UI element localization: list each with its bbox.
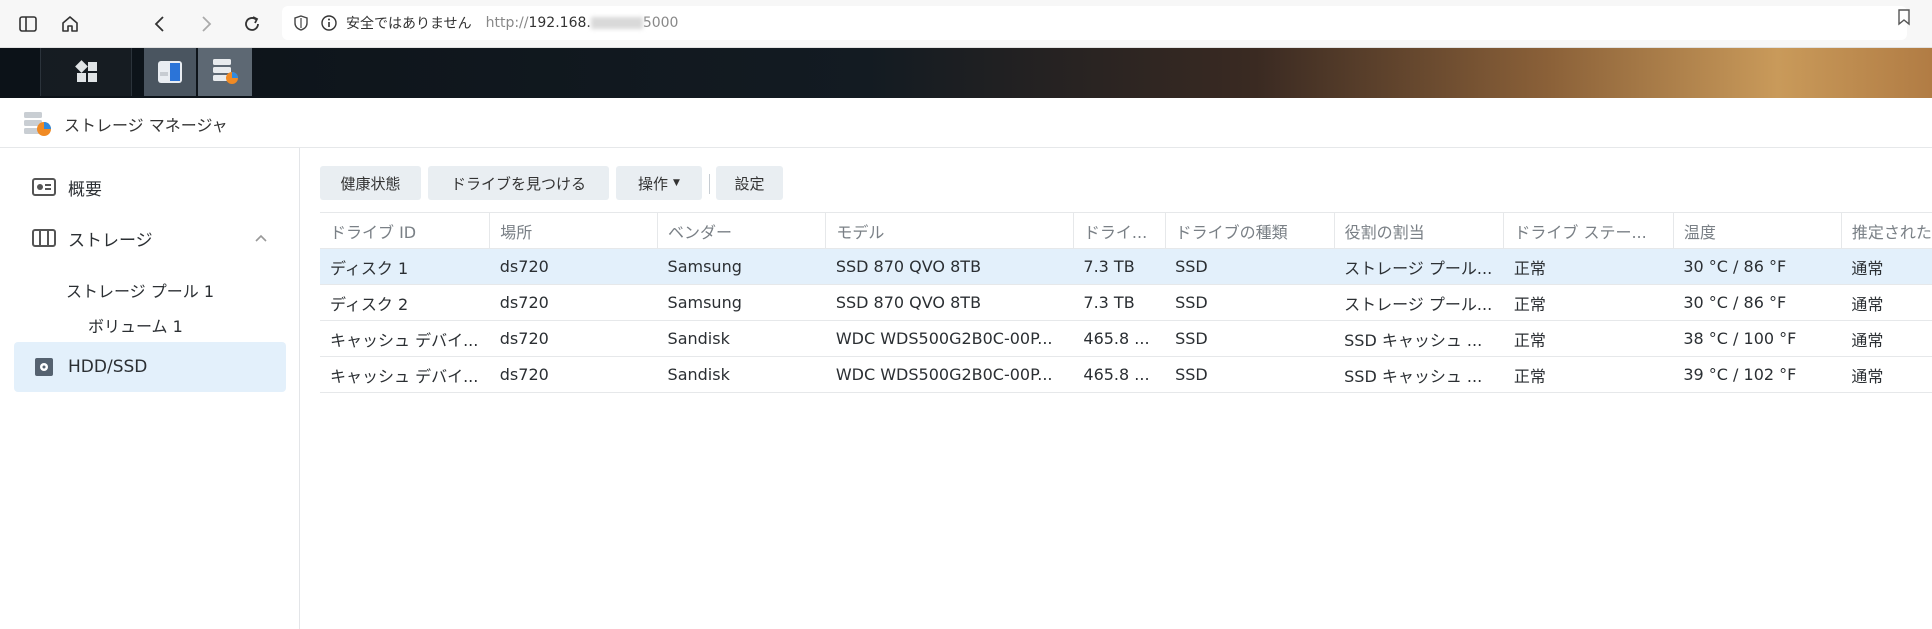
table-row[interactable]: キャッシュ デバイ... ds720 Sandisk WDC WDS500G2B… bbox=[320, 356, 1932, 393]
info-icon[interactable] bbox=[320, 14, 338, 32]
bookmark-icon[interactable] bbox=[1896, 8, 1912, 26]
storage-manager-logo-icon bbox=[24, 112, 51, 136]
status-cell: 正常 bbox=[1503, 248, 1674, 285]
hdd-icon bbox=[35, 358, 53, 376]
taskbar-app-package-center[interactable] bbox=[144, 48, 196, 96]
table-cell: 通常 bbox=[1841, 356, 1932, 393]
app-grid-icon bbox=[75, 60, 97, 82]
column-header[interactable]: モデル bbox=[825, 212, 1074, 249]
table-cell: ストレージ プール... bbox=[1334, 284, 1504, 321]
column-header[interactable]: ベンダー bbox=[657, 212, 827, 249]
desktop-taskbar bbox=[0, 48, 1932, 98]
caret-down-icon: ▼ bbox=[673, 178, 680, 188]
table-cell: SSD キャッシュ ... bbox=[1334, 356, 1504, 393]
table-cell: ds720 bbox=[489, 356, 658, 393]
table-row[interactable]: ディスク 2 ds720 Samsung SSD 870 QVO 8TB 7.3… bbox=[320, 284, 1932, 321]
sidebar-item-label: HDD/SSD bbox=[68, 357, 148, 377]
storage-manager-icon bbox=[213, 59, 238, 84]
table-cell: 7.3 TB bbox=[1073, 248, 1166, 285]
table-cell: 7.3 TB bbox=[1073, 284, 1166, 321]
table-cell: SSD bbox=[1165, 284, 1335, 321]
table-cell: 38 °C / 100 °F bbox=[1673, 320, 1842, 357]
table-cell: SSD bbox=[1165, 356, 1335, 393]
forward-icon[interactable] bbox=[192, 10, 220, 38]
back-icon[interactable] bbox=[146, 10, 174, 38]
chevron-up-icon[interactable] bbox=[254, 231, 268, 245]
column-header[interactable]: ドライブ ID bbox=[320, 212, 491, 249]
table-cell: WDC WDS500G2B0C-00P... bbox=[825, 320, 1074, 357]
action-label: 操作 bbox=[638, 174, 669, 193]
sidebar-item-hdd-ssd[interactable]: HDD/SSD bbox=[14, 342, 286, 392]
sidebar: 概要 ストレージ ストレージ プール 1 ボリューム 1 HDD/SSD bbox=[0, 148, 300, 629]
table-cell: ds720 bbox=[489, 248, 658, 285]
column-header[interactable]: 役割の割当 bbox=[1334, 212, 1505, 249]
sidebar-item-overview[interactable]: 概要 bbox=[14, 162, 286, 212]
table-cell: 30 °C / 86 °F bbox=[1673, 248, 1842, 285]
table-cell: Samsung bbox=[657, 248, 826, 285]
table-cell: 39 °C / 102 °F bbox=[1673, 356, 1842, 393]
table-cell: WDC WDS500G2B0C-00P... bbox=[825, 356, 1074, 393]
table-cell: Samsung bbox=[657, 284, 826, 321]
address-bar[interactable]: 安全ではありません http://192.168. 5000 bbox=[282, 6, 1907, 40]
action-dropdown-button[interactable]: 操作 ▼ bbox=[616, 166, 702, 200]
column-header[interactable]: ドライブの種類 bbox=[1165, 212, 1335, 249]
security-warning: 安全ではありません bbox=[346, 16, 472, 32]
drive-table: ドライブ ID 場所 ベンダー モデル ドライ... ドライブの種類 役割の割当… bbox=[320, 212, 1932, 393]
sidebar-toggle-icon[interactable] bbox=[14, 10, 42, 38]
browser-toolbar: 安全ではありません http://192.168. 5000 bbox=[0, 0, 1932, 48]
window-titlebar: ストレージ マネージャ bbox=[0, 98, 1932, 148]
table-cell: ストレージ プール... bbox=[1334, 248, 1504, 285]
locate-drive-button[interactable]: ドライブを見つける bbox=[428, 166, 609, 200]
table-cell: SSD 870 QVO 8TB bbox=[825, 248, 1074, 285]
overview-icon bbox=[32, 178, 56, 196]
table-cell: SSD bbox=[1165, 320, 1335, 357]
sidebar-item-storage[interactable]: ストレージ bbox=[14, 213, 286, 263]
table-row[interactable]: ディスク 1 ds720 Samsung SSD 870 QVO 8TB 7.3… bbox=[320, 248, 1932, 285]
url-text: http://192.168. 5000 bbox=[485, 15, 679, 31]
main-menu-button[interactable] bbox=[40, 48, 132, 96]
table-cell: ds720 bbox=[489, 320, 658, 357]
column-header[interactable]: ドライ... bbox=[1073, 212, 1166, 249]
reload-icon[interactable] bbox=[238, 10, 266, 38]
home-icon[interactable] bbox=[56, 10, 84, 38]
table-cell: SSD bbox=[1165, 248, 1335, 285]
taskbar-app-storage-manager[interactable] bbox=[198, 48, 252, 96]
window-title: ストレージ マネージャ bbox=[64, 116, 228, 135]
table-cell: キャッシュ デバイ... bbox=[320, 356, 490, 393]
storage-icon bbox=[32, 229, 56, 247]
table-cell: 通常 bbox=[1841, 248, 1932, 285]
sidebar-item-volume-1[interactable]: ボリューム 1 bbox=[88, 313, 183, 337]
sidebar-item-storage-pool-1[interactable]: ストレージ プール 1 bbox=[66, 278, 214, 302]
status-cell: 正常 bbox=[1503, 284, 1674, 321]
status-cell: 正常 bbox=[1503, 356, 1674, 393]
table-cell: SSD 870 QVO 8TB bbox=[825, 284, 1074, 321]
table-cell: ds720 bbox=[489, 284, 658, 321]
server-app-icon bbox=[158, 61, 182, 83]
table-row[interactable]: キャッシュ デバイ... ds720 Sandisk WDC WDS500G2B… bbox=[320, 320, 1932, 357]
table-cell: SSD キャッシュ ... bbox=[1334, 320, 1504, 357]
column-header[interactable]: 場所 bbox=[489, 212, 659, 249]
table-cell: Sandisk bbox=[657, 320, 826, 357]
status-cell: 正常 bbox=[1503, 320, 1674, 357]
shield-icon[interactable] bbox=[292, 14, 310, 32]
sidebar-item-label: ストレージ bbox=[68, 230, 153, 251]
table-cell: Sandisk bbox=[657, 356, 826, 393]
column-header[interactable]: 推定された bbox=[1841, 212, 1932, 249]
column-header[interactable]: ドライブ ステー... bbox=[1503, 212, 1674, 249]
table-cell: 30 °C / 86 °F bbox=[1673, 284, 1842, 321]
table-cell: ディスク 1 bbox=[320, 248, 490, 285]
table-cell: 465.8 ... bbox=[1073, 356, 1166, 393]
table-cell: 通常 bbox=[1841, 320, 1932, 357]
table-header-row: ドライブ ID 場所 ベンダー モデル ドライ... ドライブの種類 役割の割当… bbox=[320, 212, 1932, 249]
sidebar-item-label: 概要 bbox=[68, 179, 102, 200]
table-cell: 465.8 ... bbox=[1073, 320, 1166, 357]
table-cell: 通常 bbox=[1841, 284, 1932, 321]
table-cell: キャッシュ デバイ... bbox=[320, 320, 490, 357]
toolbar-divider bbox=[709, 174, 710, 194]
table-cell: ディスク 2 bbox=[320, 284, 490, 321]
column-header[interactable]: 温度 bbox=[1673, 212, 1842, 249]
settings-button[interactable]: 設定 bbox=[716, 166, 783, 200]
health-button[interactable]: 健康状態 bbox=[320, 166, 421, 200]
